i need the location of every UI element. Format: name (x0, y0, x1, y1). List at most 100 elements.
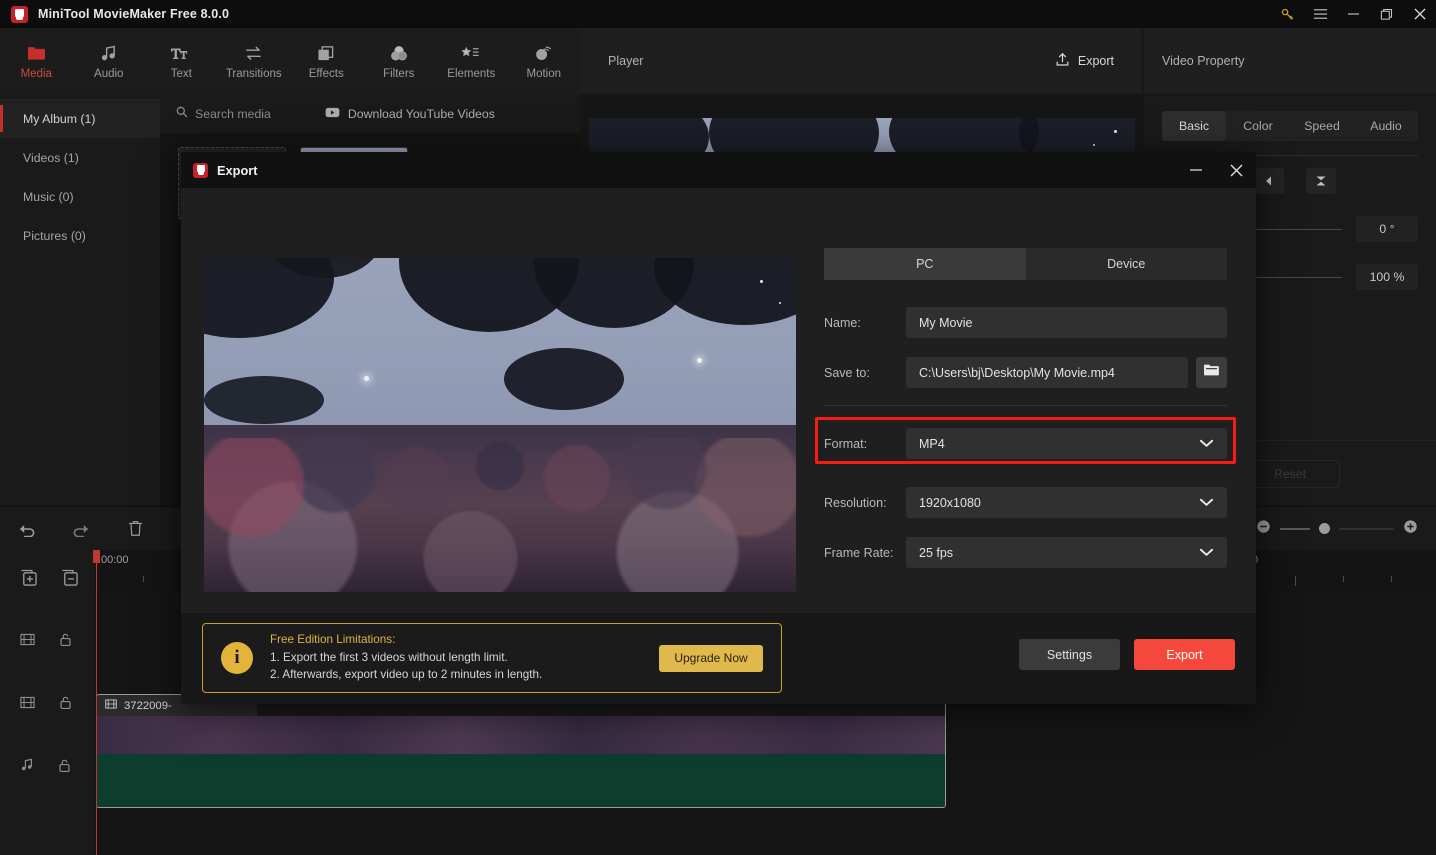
app-window: MiniTool MovieMaker Free 8.0.0 Media Aud… (0, 0, 1436, 855)
download-youtube-label: Download YouTube Videos (347, 106, 495, 121)
tab-effects-label: Effects (308, 68, 344, 80)
export-dialog-body: Duration: 00:00:35:12 Size: 35 M PC Devi… (181, 188, 1256, 648)
format-select[interactable]: MP4 (906, 428, 1227, 459)
media-toolbar: Search media Download YouTube Videos (160, 94, 580, 133)
zoom-out-icon[interactable] (1256, 519, 1271, 539)
zoom-track-right[interactable] (1339, 527, 1394, 530)
name-input[interactable]: My Movie (906, 307, 1227, 338)
save-to-input[interactable]: C:\Users\bj\Desktop\My Movie.mp4 (906, 357, 1188, 388)
limitations-text: Free Edition Limitations: 1. Export the … (270, 633, 542, 683)
save-to-label: Save to: (824, 365, 870, 380)
track-header-video-2 (0, 673, 95, 736)
settings-button[interactable]: Settings (1019, 639, 1120, 670)
motion-ball-icon (534, 42, 553, 64)
sidebar-item-label: Music (0) (23, 189, 74, 204)
segment-device[interactable]: Device (1026, 248, 1228, 280)
upload-icon (1055, 52, 1070, 70)
player-export-button[interactable]: Export (1055, 52, 1114, 70)
search-media-field[interactable]: Search media (176, 105, 271, 123)
tab-text[interactable]: TT Text (145, 28, 218, 94)
tab-elements-label: Elements (447, 68, 496, 80)
resolution-label: Resolution: (824, 495, 887, 510)
vp-tab-basic[interactable]: Basic (1162, 111, 1226, 141)
export-button[interactable]: Export (1134, 639, 1235, 670)
zoom-slider-knob[interactable] (1319, 523, 1330, 534)
search-icon (176, 105, 188, 123)
search-media-placeholder: Search media (195, 106, 271, 121)
tab-media[interactable]: Media (0, 28, 73, 94)
download-youtube-button[interactable]: Download YouTube Videos (325, 107, 495, 121)
playhead[interactable] (96, 550, 97, 855)
close-icon[interactable] (1216, 152, 1256, 188)
sidebar-item-label: Pictures (0) (23, 228, 86, 243)
app-logo-icon (193, 162, 208, 178)
export-dialog-footer: i Free Edition Limitations: 1. Export th… (181, 612, 1256, 704)
lock-icon[interactable] (58, 758, 71, 778)
tab-audio[interactable]: Audio (73, 28, 146, 94)
limitations-line-2: 2. Afterwards, export video up to 2 minu… (270, 668, 543, 681)
tab-text-label: Text (170, 68, 192, 80)
restore-icon[interactable] (1370, 0, 1403, 28)
divider (824, 405, 1227, 406)
export-target-segment: PC Device (824, 248, 1227, 280)
tab-motion[interactable]: Motion (508, 28, 581, 94)
elements-star-list-icon (461, 42, 481, 64)
resolution-value: 1920x1080 (919, 495, 981, 510)
sidebar-item-videos[interactable]: Videos (1) (0, 138, 160, 177)
lock-icon[interactable] (59, 632, 72, 652)
app-logo-icon (11, 5, 28, 23)
flip-vertical-icon[interactable] (1306, 168, 1336, 194)
tab-transitions-label: Transitions (225, 68, 282, 80)
media-sidebar: My Album (1) Videos (1) Music (0) Pictur… (0, 94, 160, 506)
segment-pc[interactable]: PC (824, 248, 1026, 280)
resolution-select[interactable]: 1920x1080 (906, 487, 1227, 518)
upgrade-now-button[interactable]: Upgrade Now (659, 644, 763, 672)
effects-squares-icon (317, 42, 335, 64)
delete-icon[interactable] (108, 507, 162, 551)
export-preview (204, 258, 796, 592)
track-header-video-1 (0, 610, 95, 673)
export-dialog-actions: Settings Export (1019, 639, 1235, 670)
vp-tab-color[interactable]: Color (1226, 111, 1290, 141)
close-icon[interactable] (1403, 0, 1436, 28)
add-track-icon[interactable] (20, 569, 37, 591)
browse-folder-button[interactable] (1196, 357, 1227, 388)
film-icon (20, 632, 35, 652)
zoom-track-left[interactable] (1280, 527, 1310, 530)
field-row-name: Name: My Movie (824, 307, 1227, 338)
undo-icon[interactable] (0, 507, 54, 551)
info-icon: i (221, 642, 253, 674)
tab-filters[interactable]: Filters (363, 28, 436, 94)
chevron-down-icon (1199, 496, 1214, 510)
field-row-save-to: Save to: C:\Users\bj\Desktop\My Movie.mp… (824, 357, 1227, 388)
limitations-heading: Free Edition Limitations: (270, 633, 396, 646)
player-export-label: Export (1077, 54, 1114, 68)
vp-tab-audio[interactable]: Audio (1354, 111, 1418, 141)
zoom-in-icon[interactable] (1403, 519, 1418, 539)
clip-filmstrip (97, 716, 945, 754)
tab-elements[interactable]: Elements (435, 28, 508, 94)
clip-name: 3722009- (124, 699, 172, 712)
frame-rate-select[interactable]: 25 fps (906, 537, 1227, 568)
track-header-add (0, 550, 95, 610)
sidebar-item-my-album[interactable]: My Album (1) (0, 99, 160, 138)
lock-icon[interactable] (59, 695, 72, 715)
key-icon[interactable] (1270, 0, 1304, 28)
remove-track-icon[interactable] (61, 569, 78, 591)
vp-tab-speed[interactable]: Speed (1290, 111, 1354, 141)
video-property-tabs: Basic Color Speed Audio (1162, 111, 1418, 141)
minimize-icon[interactable] (1337, 0, 1370, 28)
minimize-icon[interactable] (1176, 152, 1216, 188)
timeline-clip[interactable]: 3722009- (96, 694, 946, 808)
rotate-value: 0 ° (1356, 216, 1418, 242)
player-header: Player Export (581, 29, 1143, 93)
window-controls (1270, 0, 1436, 28)
redo-icon[interactable] (54, 507, 108, 551)
sidebar-item-music[interactable]: Music (0) (0, 177, 160, 216)
tab-effects[interactable]: Effects (290, 28, 363, 94)
svg-text:T: T (180, 50, 187, 61)
sidebar-item-pictures[interactable]: Pictures (0) (0, 216, 160, 255)
tab-transitions[interactable]: Transitions (218, 28, 291, 94)
menu-icon[interactable] (1304, 0, 1337, 28)
flip-horizontal-icon[interactable] (1254, 168, 1284, 194)
